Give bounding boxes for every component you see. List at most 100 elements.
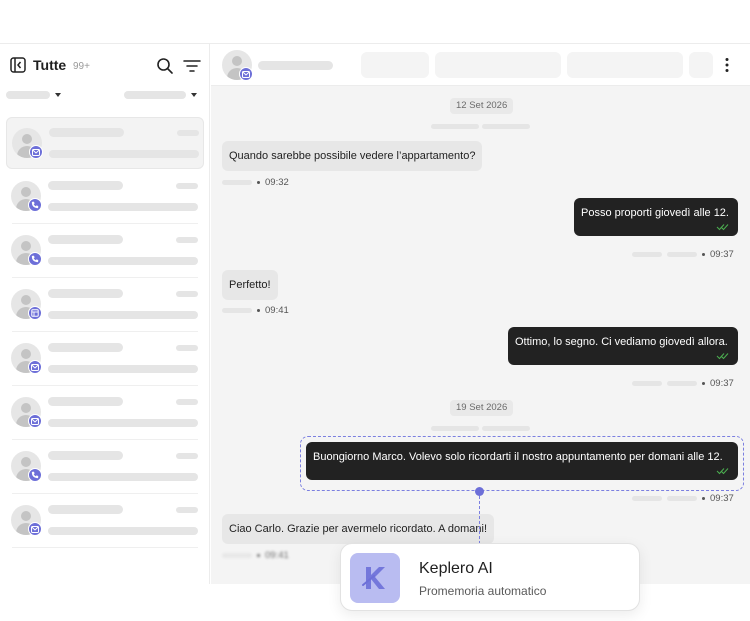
time-placeholder [176,237,198,243]
message-time: 09:41 [265,305,289,316]
preview-placeholder [48,473,198,481]
conversation-sidebar: Tutte 99+ [0,44,210,584]
name-placeholder [48,181,123,190]
sender-placeholder [667,496,697,501]
header-action-4[interactable] [689,52,713,78]
more-options-icon[interactable] [724,57,730,73]
filter-icon[interactable] [183,57,201,75]
sender-placeholder [222,308,252,313]
phone-icon [28,252,42,266]
conversation-item[interactable] [6,279,204,332]
conversation-item[interactable] [6,117,204,169]
email-icon [28,522,42,536]
ai-subtitle: Promemoria automatico [419,584,547,598]
phone-icon [28,468,42,482]
sender-placeholder [632,381,662,386]
time-placeholder [176,345,198,351]
connector-dot [475,487,484,496]
conversation-item[interactable] [6,387,204,440]
header-action-2[interactable] [435,52,561,78]
time-placeholder [176,507,198,513]
message-outgoing[interactable]: Ottimo, lo segno. Ci vediamo giovedì all… [508,327,738,365]
conversation-item[interactable] [6,333,204,386]
message-incoming[interactable]: Perfetto! [222,270,278,300]
header-action-3[interactable] [567,52,683,78]
message-meta: 09:37 [632,249,734,260]
read-ticks-icon [716,224,729,231]
email-icon [28,360,42,374]
inbox-count: 99+ [73,61,90,72]
name-placeholder [48,343,123,352]
message-time: 09:41 [265,550,289,561]
contact-name-placeholder [258,61,333,70]
time-placeholder [176,183,198,189]
sidebar-header: Tutte 99+ [0,44,210,86]
message-text: Quando sarebbe possibile vedere l’appart… [229,150,476,162]
name-placeholder [49,128,124,137]
sender-placeholder [632,496,662,501]
sidebar-collapse-icon[interactable] [10,57,26,73]
message-text: Ottimo, lo segno. Ci vediamo giovedì all… [515,336,728,348]
message-time: 09:37 [710,378,734,389]
message-outgoing[interactable]: Posso proporti giovedì alle 12. [574,198,738,236]
filter-row [0,86,210,108]
date-separator: 19 Set 2026 [450,400,514,416]
filter-dropdown-left[interactable] [6,91,61,99]
name-placeholder [48,397,123,406]
chevron-down-icon [191,93,197,97]
skeleton [482,124,530,129]
message-text: Ciao Carlo. Grazie per avermelo ricordat… [229,523,488,535]
form-icon [28,306,42,320]
sender-placeholder [222,553,252,558]
chevron-down-icon [55,93,61,97]
sender-placeholder [667,381,697,386]
filter-placeholder [6,91,50,99]
conversation-item[interactable] [6,495,204,548]
preview-placeholder [48,365,198,373]
preview-placeholder [48,257,198,265]
sender-placeholder [222,180,252,185]
conversation-item[interactable] [6,441,204,494]
time-placeholder [176,453,198,459]
time-placeholder [176,399,198,405]
conversation-item[interactable] [6,171,204,224]
preview-placeholder [48,203,198,211]
connector-line [479,491,480,549]
filter-dropdown-right[interactable] [124,91,197,99]
message-text: Perfetto! [229,279,271,291]
preview-placeholder [48,419,198,427]
preview-placeholder [48,527,198,535]
preview-placeholder [49,150,199,158]
message-time: 09:37 [710,249,734,260]
conversation-list [6,117,204,549]
conversation-item[interactable] [6,225,204,278]
email-icon [28,414,42,428]
message-incoming[interactable]: Quando sarebbe possibile vedere l’appart… [222,141,483,171]
sender-placeholder [632,252,662,257]
inbox-title[interactable]: Tutte [33,57,66,73]
skeleton [482,426,530,431]
ai-name: Keplero AI [419,560,493,577]
message-text: Posso proporti giovedì alle 12. [581,207,729,219]
message-incoming[interactable]: Ciao Carlo. Grazie per avermelo ricordat… [222,514,495,544]
header-action-1[interactable] [361,52,429,78]
message-time: 09:37 [710,493,734,504]
skeleton [431,426,479,431]
search-icon[interactable] [156,57,174,75]
highlight-frame [300,436,744,491]
name-placeholder [48,505,123,514]
message-time: 09:32 [265,177,289,188]
message-meta: 09:37 [632,378,734,389]
ai-assistant-card[interactable]: Keplero AI Promemoria automatico [340,543,640,611]
name-placeholder [48,451,123,460]
name-placeholder [48,289,123,298]
name-placeholder [48,235,123,244]
skeleton [431,124,479,129]
message-meta: 09:37 [632,493,734,504]
message-meta: 09:32 [222,177,289,188]
email-icon [29,145,43,159]
preview-placeholder [48,311,198,319]
read-ticks-icon [716,353,729,360]
date-separator: 12 Set 2026 [450,98,514,114]
sort-placeholder [124,91,186,99]
